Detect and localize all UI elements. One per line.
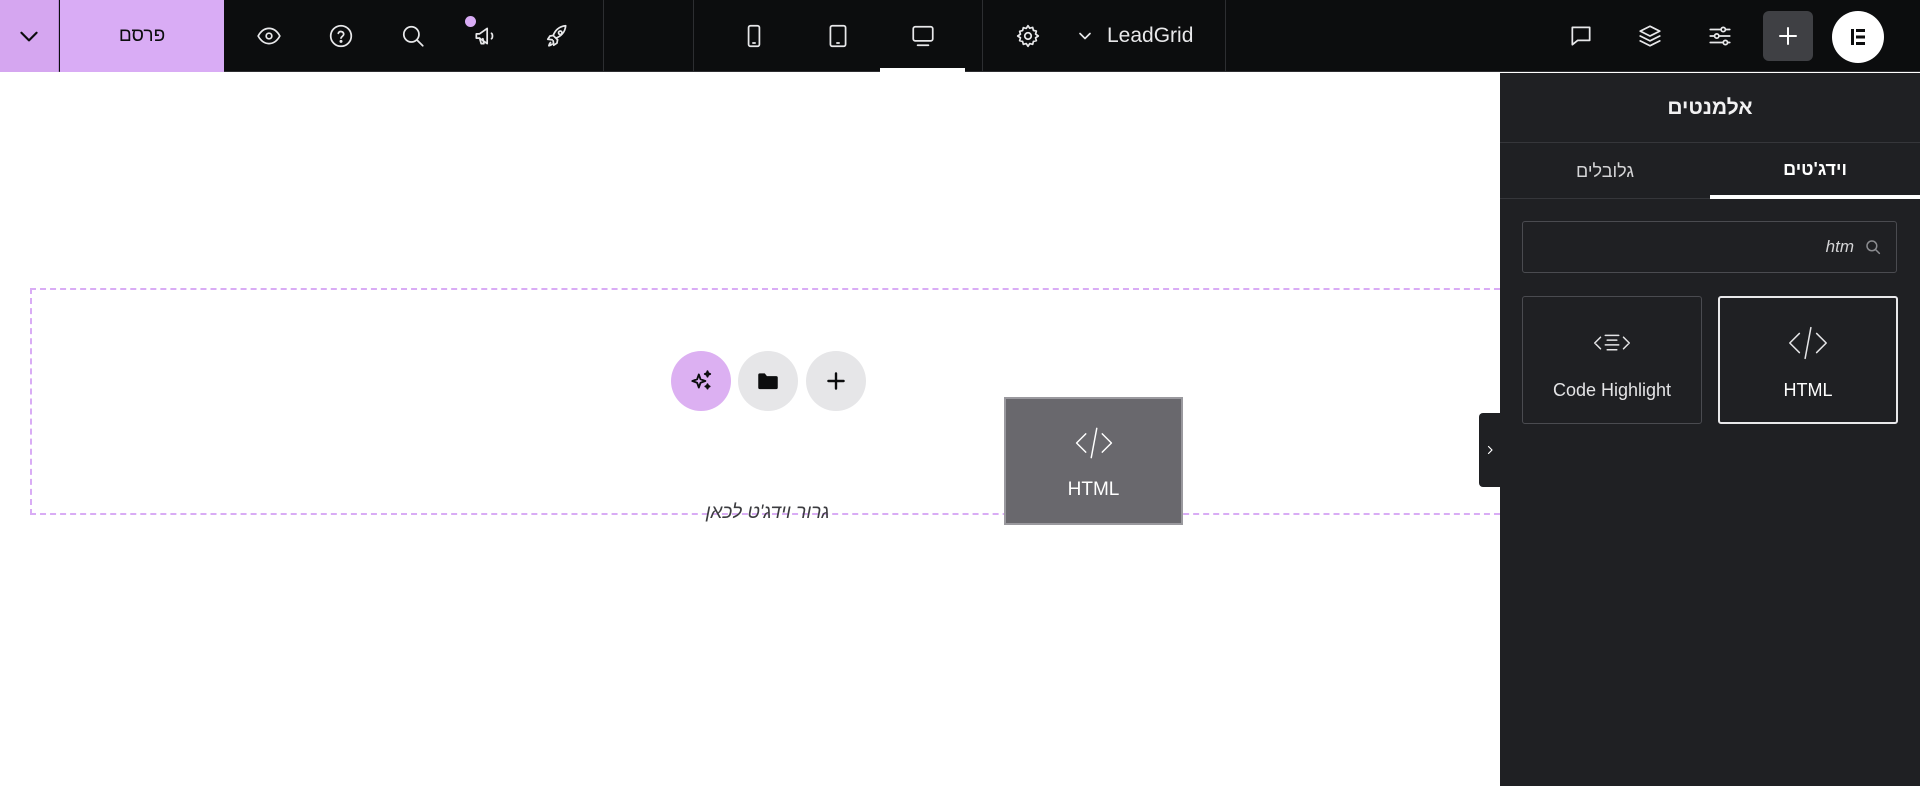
mobile-icon bbox=[747, 24, 761, 48]
divider bbox=[982, 0, 983, 72]
ai-generate-button[interactable] bbox=[671, 351, 731, 411]
gear-icon bbox=[1016, 24, 1040, 48]
widget-search-field[interactable] bbox=[1522, 221, 1897, 273]
help-button[interactable] bbox=[312, 0, 370, 72]
divider bbox=[1225, 0, 1226, 72]
widget-card-code-highlight[interactable]: Code Highlight bbox=[1522, 296, 1702, 424]
search-button[interactable] bbox=[384, 0, 442, 72]
rocket-icon bbox=[546, 24, 567, 47]
panel-title: אלמנטים bbox=[1500, 73, 1920, 143]
megaphone-icon bbox=[475, 27, 494, 45]
code-highlight-icon bbox=[1593, 334, 1631, 350]
notification-dot bbox=[465, 16, 476, 27]
elementor-logo-icon[interactable] bbox=[1832, 11, 1884, 63]
comments-button[interactable] bbox=[1553, 0, 1609, 72]
elements-panel: אלמנטים וידג'טים גלובלים HTML Code Highl… bbox=[1500, 73, 1920, 786]
site-settings-button[interactable] bbox=[1692, 0, 1748, 72]
notifications-button[interactable] bbox=[456, 0, 514, 72]
sliders-icon bbox=[1709, 26, 1731, 46]
chevron-down-icon bbox=[20, 31, 38, 42]
desktop-icon bbox=[912, 25, 934, 47]
widget-search-input[interactable] bbox=[1554, 237, 1854, 257]
tab-globals[interactable]: גלובלים bbox=[1500, 144, 1710, 199]
add-element-button[interactable] bbox=[1763, 11, 1813, 61]
search-icon bbox=[402, 25, 424, 47]
add-section-button[interactable] bbox=[806, 351, 866, 411]
launch-button[interactable] bbox=[528, 0, 586, 72]
active-device-indicator bbox=[880, 68, 965, 72]
panel-collapse-toggle[interactable] bbox=[1479, 413, 1500, 487]
divider bbox=[603, 0, 604, 72]
publish-options-button[interactable] bbox=[0, 0, 59, 72]
chevron-down-icon bbox=[1079, 32, 1091, 40]
dragged-widget-label: HTML bbox=[1067, 479, 1120, 500]
layers-icon bbox=[1639, 25, 1661, 47]
preview-button[interactable] bbox=[240, 0, 298, 72]
template-library-button[interactable] bbox=[738, 351, 798, 411]
folder-icon bbox=[758, 373, 778, 390]
publish-button[interactable]: פרסם bbox=[60, 0, 224, 72]
widget-card-label: HTML bbox=[1783, 379, 1833, 400]
search-icon bbox=[1866, 240, 1881, 255]
plus-icon bbox=[827, 372, 845, 390]
publish-label: פרסם bbox=[118, 25, 166, 46]
question-icon bbox=[329, 24, 353, 48]
divider bbox=[693, 0, 694, 72]
site-name: LeadGrid bbox=[1107, 24, 1194, 47]
tab-widgets[interactable]: וידג'טים bbox=[1710, 144, 1920, 199]
dragged-widget-html[interactable]: HTML bbox=[1004, 397, 1183, 525]
chevron-right-icon bbox=[1487, 445, 1493, 455]
structure-button[interactable] bbox=[1622, 0, 1678, 72]
device-tablet-button[interactable] bbox=[808, 0, 868, 72]
widget-card-label: Code Highlight bbox=[1552, 379, 1672, 400]
drop-hint-text: גרור וידג'ט לכאן bbox=[705, 502, 830, 523]
device-mobile-button[interactable] bbox=[724, 0, 784, 72]
code-icon bbox=[1075, 427, 1112, 459]
sparkles-icon bbox=[691, 370, 712, 390]
tablet-icon bbox=[829, 24, 847, 48]
elementor-logo-mark bbox=[1851, 29, 1865, 45]
eye-icon bbox=[257, 27, 281, 45]
top-bar: פרסם LeadGrid bbox=[0, 0, 1920, 72]
device-desktop-button[interactable] bbox=[893, 0, 953, 72]
page-settings-button[interactable] bbox=[1000, 0, 1056, 72]
code-icon bbox=[1789, 326, 1827, 359]
comment-icon bbox=[1571, 26, 1591, 46]
site-switcher[interactable]: LeadGrid bbox=[1075, 0, 1193, 72]
plus-icon bbox=[1779, 27, 1797, 45]
widget-card-html[interactable]: HTML bbox=[1718, 296, 1898, 424]
